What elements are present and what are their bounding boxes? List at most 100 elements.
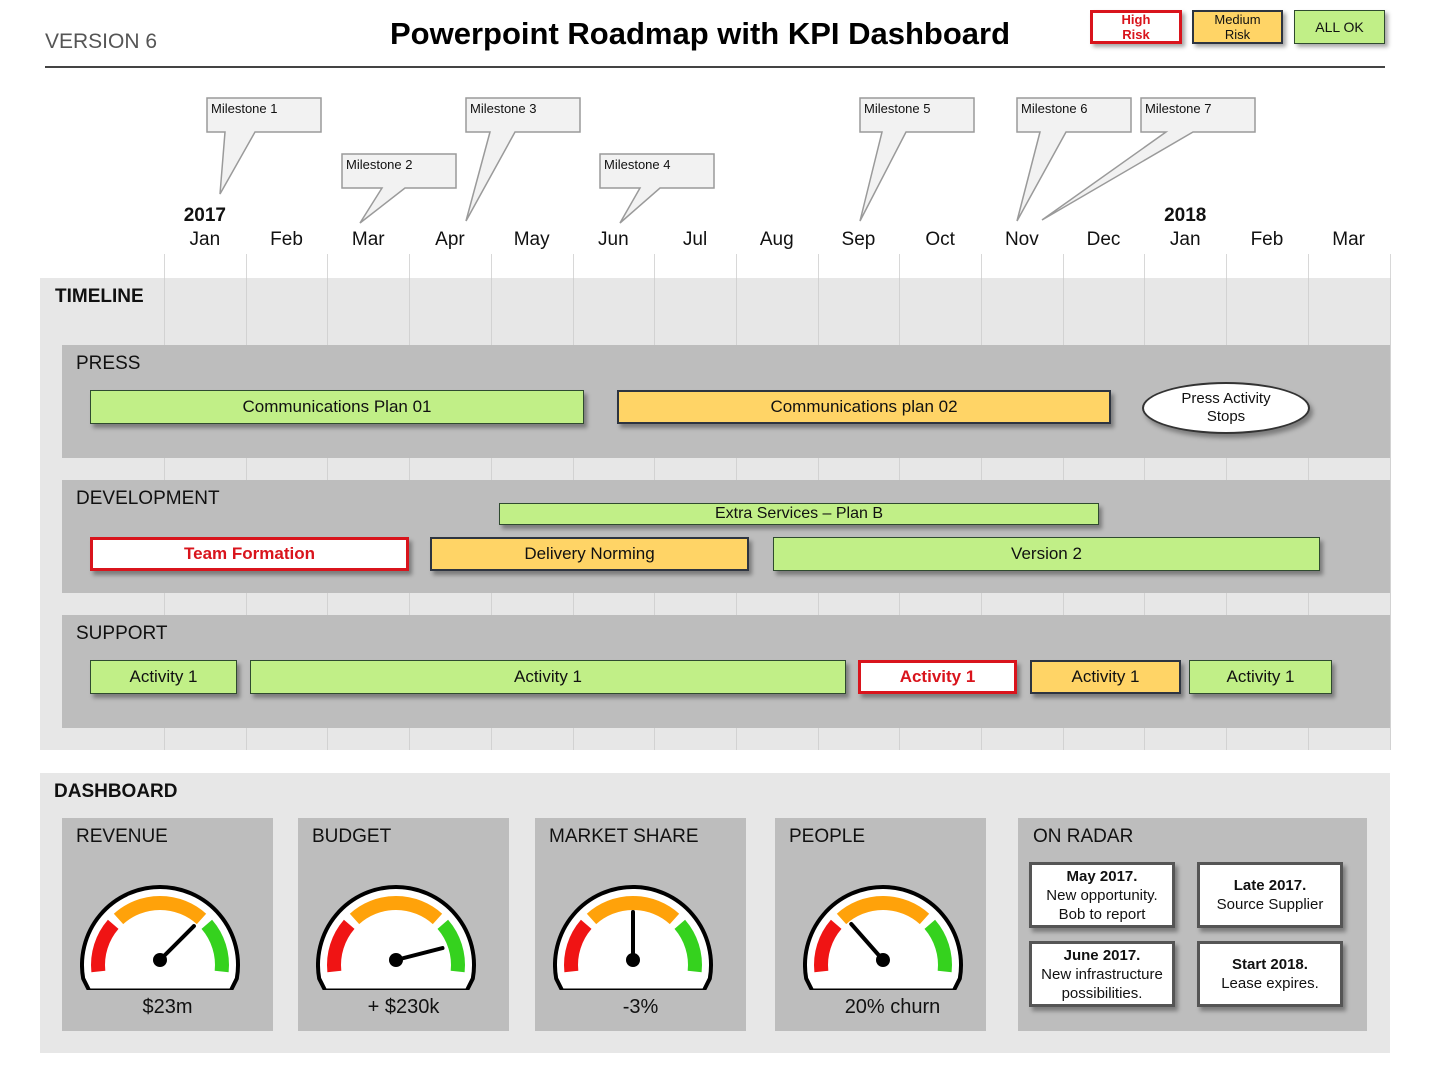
bar-support-activity-1d[interactable]: Activity 1 bbox=[1030, 660, 1181, 694]
bar-dev-version-2[interactable]: Version 2 bbox=[773, 537, 1320, 571]
callout-shape bbox=[859, 97, 975, 222]
gridline-tick bbox=[736, 254, 737, 278]
kpi-value: $23m bbox=[142, 996, 193, 1018]
bar-label: Team Formation bbox=[184, 544, 315, 563]
bar-label: Activity 1 bbox=[1226, 667, 1295, 686]
milestone-label: Milestone 4 bbox=[604, 157, 670, 172]
milestone-callout[interactable]: Milestone 5 bbox=[859, 97, 975, 222]
gridline-tick bbox=[981, 254, 982, 278]
month-label: May bbox=[513, 229, 550, 250]
bar-support-activity-1a[interactable]: Activity 1 bbox=[90, 660, 237, 694]
radar-card-line: New opportunity. bbox=[1046, 886, 1158, 904]
gridline-tick bbox=[573, 254, 574, 278]
radar-card[interactable]: Late 2017. Source Supplier bbox=[1197, 862, 1343, 928]
radar-card-heading: June 2017. bbox=[1063, 946, 1141, 964]
milestone-callout[interactable]: Milestone 3 bbox=[465, 97, 581, 222]
milestone-label: Milestone 7 bbox=[1145, 101, 1211, 116]
milestone-callout[interactable]: Milestone 2 bbox=[341, 153, 457, 224]
gridline-tick bbox=[246, 254, 247, 278]
month-label: Feb bbox=[1250, 229, 1284, 250]
radar-card-line: Bob to report bbox=[1058, 905, 1146, 923]
bar-press-comm-plan-02[interactable]: Communications plan 02 bbox=[617, 390, 1111, 424]
gauge-hub bbox=[153, 953, 167, 967]
bar-support-activity-1b[interactable]: Activity 1 bbox=[250, 660, 846, 694]
month-label: Dec bbox=[1086, 229, 1121, 250]
radar-card-heading: May 2017. bbox=[1066, 867, 1138, 885]
gridline-tick bbox=[1144, 254, 1145, 278]
radar-card[interactable]: June 2017. New infrastructure possibilit… bbox=[1029, 941, 1175, 1007]
gridline-tick bbox=[164, 254, 165, 278]
lane-press-label: PRESS bbox=[76, 353, 141, 374]
milestone-callout[interactable]: Milestone 6 bbox=[1016, 97, 1132, 222]
kpi-title: PEOPLE bbox=[789, 826, 866, 847]
kpi-people: PEOPLE 20% churn bbox=[775, 818, 986, 1031]
kpi-value: + $230k bbox=[367, 996, 440, 1018]
bar-label: Communications plan 02 bbox=[770, 397, 958, 416]
bar-dev-delivery-norming[interactable]: Delivery Norming bbox=[430, 537, 749, 571]
bar-support-activity-1e[interactable]: Activity 1 bbox=[1189, 660, 1332, 694]
kpi-budget: BUDGET + $230k bbox=[298, 818, 509, 1031]
gridline-tick bbox=[1226, 254, 1227, 278]
milestone-callout[interactable]: Milestone 4 bbox=[599, 153, 715, 224]
on-radar-title: ON RADAR bbox=[1033, 826, 1134, 847]
gridline-tick bbox=[491, 254, 492, 278]
bar-label: Extra Services – Plan B bbox=[714, 505, 884, 522]
kpi-title: BUDGET bbox=[312, 826, 392, 847]
year-label: 2018 bbox=[1164, 205, 1207, 226]
month-label: Mar bbox=[1332, 229, 1365, 250]
month-label: Apr bbox=[435, 229, 465, 250]
bar-label: Communications Plan 01 bbox=[242, 397, 432, 416]
kpi-title: REVENUE bbox=[76, 826, 168, 847]
gridline-tick bbox=[409, 254, 410, 278]
milestone-label: Milestone 5 bbox=[864, 101, 930, 116]
bar-label: Activity 1 bbox=[513, 667, 583, 686]
gridline-tick bbox=[1308, 254, 1309, 278]
gridline-tick bbox=[1063, 254, 1064, 278]
bar-support-activity-1c[interactable]: Activity 1 bbox=[858, 660, 1017, 694]
gauge-icon bbox=[80, 885, 240, 990]
month-label: Jun bbox=[598, 229, 629, 250]
bar-press-comm-plan-01[interactable]: Communications Plan 01 bbox=[90, 390, 584, 424]
gridline bbox=[1390, 278, 1391, 750]
month-label: Nov bbox=[1004, 229, 1039, 250]
bar-label: Activity 1 bbox=[129, 667, 198, 686]
radar-card[interactable]: May 2017. New opportunity. Bob to report bbox=[1029, 862, 1175, 928]
bar-label: Version 2 bbox=[1011, 544, 1082, 563]
bar-label: Activity 1 bbox=[899, 667, 976, 686]
timeline-heading: TIMELINE bbox=[55, 286, 144, 307]
kpi-revenue: REVENUE $23m bbox=[62, 818, 273, 1031]
bar-dev-extra-services[interactable]: Extra Services – Plan B bbox=[499, 503, 1099, 525]
kpi-value: -3% bbox=[622, 996, 659, 1018]
bar-dev-team-formation[interactable]: Team Formation bbox=[90, 537, 409, 571]
bar-label: Activity 1 bbox=[1071, 667, 1140, 686]
month-label: Oct bbox=[925, 229, 955, 250]
radar-card-heading: Start 2018. bbox=[1232, 956, 1308, 973]
callout-shape bbox=[1016, 97, 1132, 222]
gridline-tick bbox=[1390, 254, 1391, 278]
radar-card-line: Source Supplier bbox=[1216, 896, 1324, 913]
month-label: Sep bbox=[841, 229, 876, 250]
dashboard-heading: DASHBOARD bbox=[54, 781, 178, 802]
bar-label: Delivery Norming bbox=[524, 544, 655, 563]
gridline-tick bbox=[899, 254, 900, 278]
press-activity-stops-ellipse[interactable]: Press Activity Stops bbox=[1142, 382, 1310, 434]
gauge-icon bbox=[553, 885, 713, 990]
gridline-tick bbox=[327, 254, 328, 278]
gridline-tick bbox=[818, 254, 819, 278]
milestone-label: Milestone 6 bbox=[1021, 101, 1087, 116]
milestone-label: Milestone 3 bbox=[470, 101, 536, 116]
ellipse-label: Press Activity Stops bbox=[1181, 390, 1271, 425]
month-label: Feb bbox=[270, 229, 303, 250]
month-label: Jan bbox=[189, 229, 221, 250]
kpi-value: 20% churn bbox=[844, 996, 941, 1018]
kpi-title: MARKET SHARE bbox=[549, 826, 699, 847]
month-label: Jan bbox=[1169, 229, 1201, 250]
gauge-hub bbox=[876, 953, 890, 967]
radar-card[interactable]: Start 2018. Lease expires. bbox=[1197, 941, 1343, 1007]
callout-shape bbox=[465, 97, 581, 222]
month-label: Jul bbox=[682, 229, 708, 250]
gauge-hub bbox=[389, 953, 403, 967]
milestone-callout[interactable]: Milestone 1 bbox=[206, 97, 322, 195]
milestone-label: Milestone 1 bbox=[211, 101, 277, 116]
radar-card-line: possibilities. bbox=[1061, 984, 1143, 1002]
